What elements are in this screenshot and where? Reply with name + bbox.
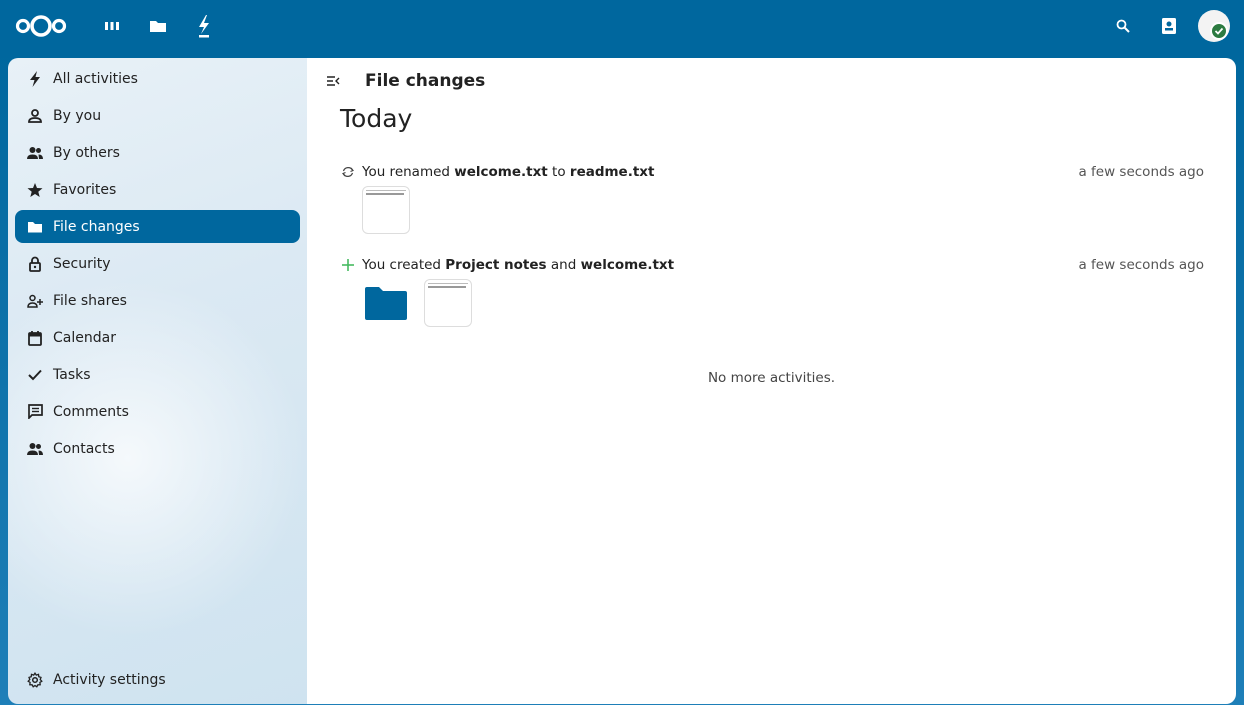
plus-icon bbox=[340, 257, 356, 273]
sidebar-item-label: File shares bbox=[53, 292, 127, 309]
users-icon bbox=[27, 145, 43, 161]
sidebar-nav: All activities By you By others Favorite… bbox=[8, 58, 307, 473]
bolt-icon bbox=[27, 70, 43, 87]
sidebar-item-security[interactable]: Security bbox=[15, 247, 300, 280]
sidebar-item-label: By others bbox=[53, 144, 120, 161]
sidebar-item-label: Favorites bbox=[53, 181, 117, 198]
sidebar-item-label: Security bbox=[53, 255, 111, 272]
sidebar-item-label: Tasks bbox=[53, 366, 91, 383]
lock-icon bbox=[27, 256, 43, 272]
no-more-activities: No more activities. bbox=[707, 370, 836, 386]
avatar[interactable] bbox=[1198, 10, 1230, 42]
sidebar-item-file-shares[interactable]: File shares bbox=[15, 284, 300, 317]
toggle-sidebar-icon[interactable] bbox=[321, 69, 345, 93]
file-link[interactable]: Project notes bbox=[445, 257, 546, 273]
file-link[interactable]: readme.txt bbox=[570, 164, 655, 180]
share-user-icon bbox=[27, 293, 43, 309]
sidebar-item-label: Calendar bbox=[53, 329, 116, 346]
files-icon[interactable] bbox=[138, 6, 178, 46]
sidebar-item-favorites[interactable]: Favorites bbox=[15, 173, 300, 206]
sidebar-item-label: All activities bbox=[53, 70, 138, 87]
sidebar-item-tasks[interactable]: Tasks bbox=[15, 358, 300, 391]
sidebar-item-by-others[interactable]: By others bbox=[15, 136, 300, 169]
nextcloud-logo[interactable] bbox=[14, 13, 70, 39]
activity-item: You renamed welcome.txt to readme.txt a … bbox=[340, 162, 1204, 234]
search-icon[interactable] bbox=[1106, 9, 1140, 43]
contacts-icon[interactable] bbox=[1152, 9, 1186, 43]
folder-icon bbox=[27, 219, 43, 235]
top-header bbox=[0, 0, 1244, 52]
main-content: File changes Today You renamed welcome.t… bbox=[307, 58, 1236, 704]
check-icon bbox=[27, 367, 43, 383]
activity-time: a few seconds ago bbox=[1078, 257, 1204, 273]
gear-icon bbox=[27, 671, 43, 688]
star-icon bbox=[27, 182, 43, 198]
sidebar-item-label: File changes bbox=[53, 218, 140, 235]
comment-icon bbox=[27, 404, 43, 420]
activity-time: a few seconds ago bbox=[1078, 164, 1204, 180]
activity-item: You created Project notes and welcome.tx… bbox=[340, 255, 1204, 327]
contacts-group-icon bbox=[27, 441, 43, 457]
online-status-icon bbox=[1210, 22, 1228, 40]
file-link[interactable]: welcome.txt bbox=[581, 257, 675, 273]
rename-icon bbox=[340, 164, 356, 180]
sidebar-item-all-activities[interactable]: All activities bbox=[15, 62, 300, 95]
file-preview[interactable] bbox=[362, 186, 410, 234]
page-title: File changes bbox=[365, 71, 486, 91]
sidebar-item-label: Comments bbox=[53, 403, 129, 420]
folder-preview-icon[interactable] bbox=[362, 279, 410, 327]
user-icon bbox=[27, 108, 43, 124]
sidebar-item-contacts[interactable]: Contacts bbox=[15, 432, 300, 465]
activity-settings-label: Activity settings bbox=[53, 671, 166, 688]
activity-settings-button[interactable]: Activity settings bbox=[15, 663, 300, 696]
sidebar-item-file-changes[interactable]: File changes bbox=[15, 210, 300, 243]
calendar-icon bbox=[27, 330, 43, 346]
section-heading: Today bbox=[340, 104, 413, 133]
sidebar-item-calendar[interactable]: Calendar bbox=[15, 321, 300, 354]
activity-text: You created Project notes and welcome.tx… bbox=[362, 257, 675, 273]
dashboard-icon[interactable] bbox=[92, 6, 132, 46]
sidebar-item-label: By you bbox=[53, 107, 102, 124]
sidebar-item-label: Contacts bbox=[53, 440, 115, 457]
sidebar-item-comments[interactable]: Comments bbox=[15, 395, 300, 428]
sidebar-item-by-you[interactable]: By you bbox=[15, 99, 300, 132]
activity-text: You renamed welcome.txt to readme.txt bbox=[362, 164, 655, 180]
activity-icon[interactable] bbox=[184, 6, 224, 46]
file-link[interactable]: welcome.txt bbox=[454, 164, 548, 180]
file-preview[interactable] bbox=[424, 279, 472, 327]
sidebar: All activities By you By others Favorite… bbox=[8, 58, 307, 704]
